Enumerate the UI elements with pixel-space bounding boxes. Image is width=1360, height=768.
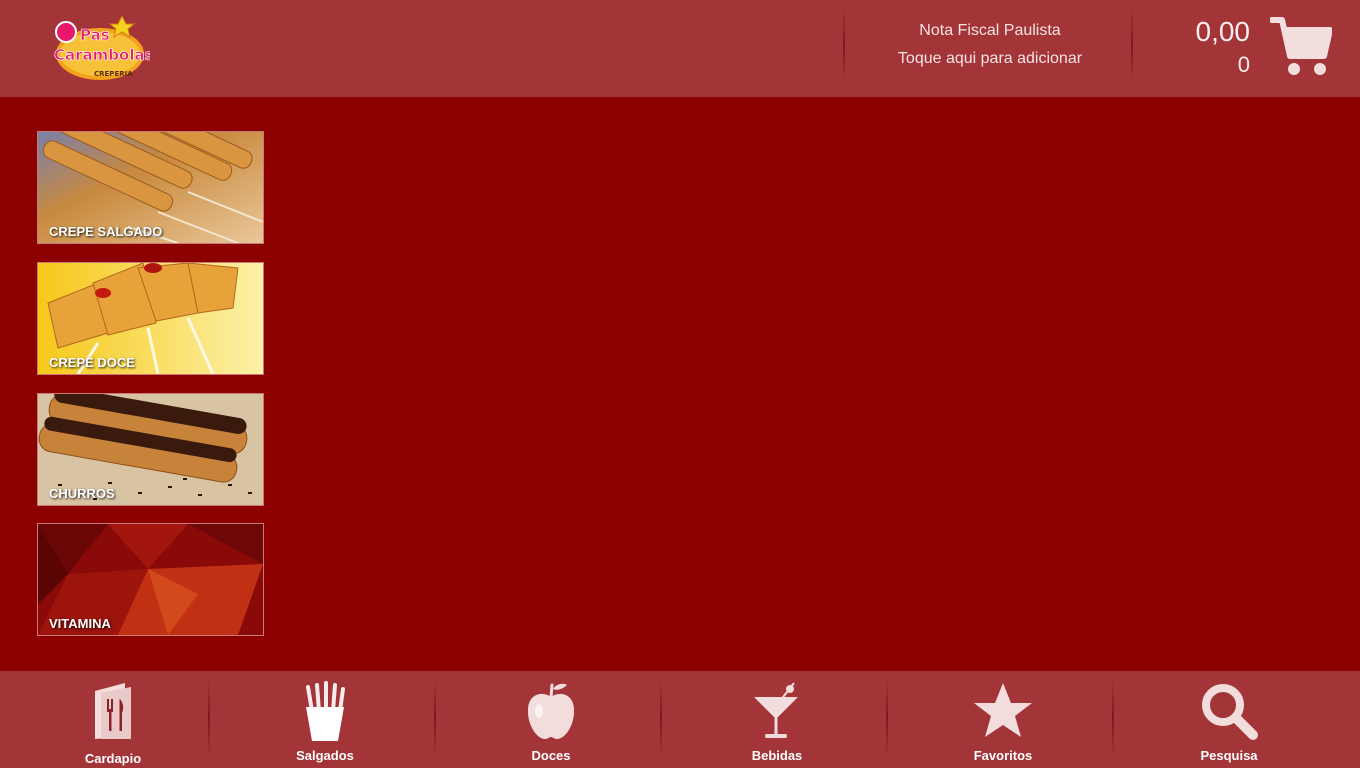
top-bar: Pas Carambolas CREPERIA Nota Fiscal Paul… — [0, 0, 1360, 97]
nav-label: Pesquisa — [1200, 748, 1258, 763]
nav-item-favoritos[interactable]: Favoritos — [890, 671, 1116, 768]
header-divider — [1131, 10, 1133, 80]
menu-card-icon — [95, 683, 131, 739]
category-label: CREPE DOCE — [49, 355, 135, 370]
fries-icon — [306, 681, 345, 741]
nav-divider — [434, 681, 436, 756]
nota-fiscal-title: Nota Fiscal Paulista — [919, 22, 1061, 39]
category-tile-crepe-salgado[interactable]: CREPE SALGADO — [37, 131, 264, 244]
cocktail-icon — [754, 682, 798, 738]
nav-item-salgados[interactable]: Salgados — [212, 671, 438, 768]
category-label: CHURROS — [49, 486, 115, 501]
nav-label: Doces — [531, 748, 571, 763]
category-tile-churros[interactable]: CHURROS — [37, 393, 264, 506]
nav-item-pesquisa[interactable]: Pesquisa — [1116, 671, 1342, 768]
nav-divider — [660, 681, 662, 756]
nav-divider — [886, 681, 888, 756]
nota-fiscal-button[interactable]: Nota Fiscal Paulista Toque aqui para adi… — [848, 0, 1132, 97]
star-icon — [974, 683, 1032, 737]
category-tile-crepe-doce[interactable]: CREPE DOCE — [37, 262, 264, 375]
category-tile-vitamina[interactable]: VITAMINA — [37, 523, 264, 636]
shopping-cart-icon[interactable] — [1269, 14, 1333, 78]
nav-divider — [208, 681, 210, 756]
category-label: CREPE SALGADO — [49, 224, 163, 239]
svg-text:CREPERIA: CREPERIA — [94, 70, 133, 78]
nota-fiscal-subtitle: Toque aqui para adicionar — [897, 50, 1083, 67]
nav-divider — [1112, 681, 1114, 756]
svg-text:Pas: Pas — [80, 26, 110, 44]
apple-icon — [527, 683, 575, 739]
nav-label: Favoritos — [973, 748, 1033, 763]
nav-item-bebidas[interactable]: Bebidas — [664, 671, 890, 768]
cart-item-count: 0 — [1237, 52, 1250, 77]
nav-item-doces[interactable]: Doces — [438, 671, 664, 768]
header-divider — [843, 10, 845, 80]
nav-item-cardapio[interactable]: Cardapio — [0, 671, 226, 768]
nav-label: Salgados — [296, 748, 354, 763]
nav-label: Cardapio — [84, 751, 142, 766]
search-icon — [1202, 684, 1258, 740]
category-label: VITAMINA — [49, 616, 111, 631]
svg-text:Carambolas: Carambolas — [54, 46, 150, 64]
brand-logo: Pas Carambolas CREPERIA — [50, 10, 154, 85]
bottom-nav: Cardapio Salgados Doces Bebidas Favorito… — [0, 671, 1360, 768]
cart-total: 0,00 — [1195, 16, 1251, 47]
nav-label: Bebidas — [751, 748, 803, 763]
